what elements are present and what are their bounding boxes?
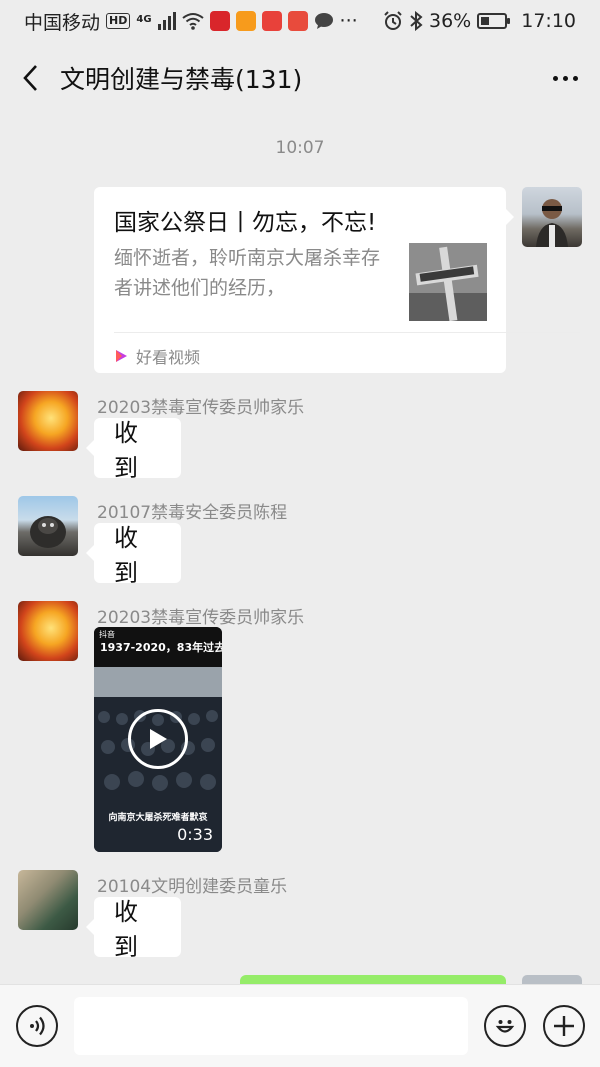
haokan-video-icon — [116, 350, 127, 362]
sender-avatar[interactable] — [18, 870, 78, 930]
signal-icon — [157, 12, 176, 30]
bluetooth-icon — [410, 11, 423, 31]
shared-video-card[interactable]: 国家公祭日丨勿忘，不忘! 缅怀逝者，聆听南京大屠杀幸存者讲述他们的经历， 好看视… — [94, 187, 581, 373]
video-message[interactable]: 抖音 1937-2020，83年过去了 向南京大屠杀死难者默哀 0:33 — [94, 627, 222, 852]
status-bar: 中国移动 HD 4G ··· 36% 17:10 — [0, 0, 600, 42]
message-text: 收到 — [114, 419, 138, 482]
message-bubble[interactable]: 收到 — [86, 523, 181, 587]
mail-app-icon — [287, 11, 308, 31]
chat-header: 文明创建与禁毒(131) — [0, 42, 600, 114]
app-notification-icon — [209, 11, 230, 31]
video-caption-top: 1937-2020，83年过去了 — [100, 641, 222, 654]
plus-button[interactable] — [543, 1005, 585, 1047]
chat-title: 文明创建与禁毒(131) — [60, 65, 303, 94]
battery-percent: 36% — [429, 10, 472, 32]
voice-icon — [30, 1016, 45, 1036]
card-title: 国家公祭日丨勿忘，不忘! — [114, 210, 377, 236]
news-app-icon — [261, 11, 282, 31]
chat-bubble-icon — [314, 13, 333, 29]
more-button[interactable] — [530, 42, 600, 114]
video-app-icon — [235, 11, 256, 31]
network-label: 4G — [136, 13, 152, 25]
alarm-icon — [384, 11, 402, 30]
emoji-icon — [495, 1020, 515, 1033]
sender-avatar[interactable] — [18, 496, 78, 556]
message-text: 收到 — [114, 524, 138, 587]
chevron-left-icon — [23, 65, 37, 91]
message-bubble[interactable]: 收到 — [86, 418, 181, 482]
card-source-label: 好看视频 — [136, 348, 201, 367]
wifi-icon — [181, 13, 204, 30]
message-input[interactable] — [74, 997, 468, 1055]
video-duration: 0:33 — [177, 825, 213, 844]
video-caption-middle: 向南京大屠杀死难者默哀 — [108, 813, 208, 823]
my-avatar[interactable] — [522, 187, 582, 247]
card-source: 好看视频 — [114, 332, 581, 368]
sender-name: 20203禁毒宣传委员帅家乐 — [97, 608, 305, 628]
card-thumbnail — [409, 243, 487, 321]
card-description: 缅怀逝者，聆听南京大屠杀幸存者讲述他们的经历， — [114, 247, 381, 299]
sender-avatar[interactable] — [18, 391, 78, 451]
hd-badge: HD — [106, 13, 131, 29]
message-timestamp: 10:07 — [275, 138, 325, 158]
voice-button[interactable] — [16, 1005, 58, 1047]
more-dots-icon — [552, 75, 578, 81]
emoji-button[interactable] — [484, 1005, 526, 1047]
clock: 17:10 — [521, 10, 576, 32]
play-button[interactable] — [128, 709, 188, 769]
input-bar — [0, 984, 600, 1067]
battery-icon — [477, 13, 511, 29]
plus-icon — [554, 1016, 574, 1036]
play-icon — [150, 729, 167, 749]
sender-avatar[interactable] — [18, 601, 78, 661]
carrier-label: 中国移动 — [24, 11, 101, 34]
message-text: 收到 — [114, 898, 138, 961]
more-notifications-label: ··· — [339, 10, 358, 32]
message-bubble[interactable]: 收到 — [86, 897, 181, 961]
back-button[interactable] — [0, 42, 60, 114]
